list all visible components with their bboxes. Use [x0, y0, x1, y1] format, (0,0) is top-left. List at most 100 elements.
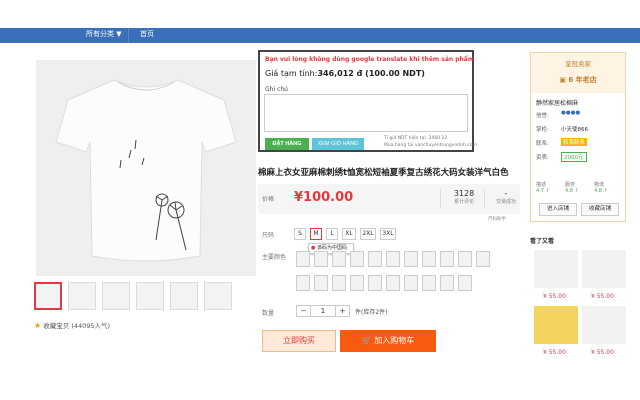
review-count: 3128 — [453, 189, 475, 198]
recommended-item-image[interactable] — [582, 306, 626, 344]
estimated-price: Giá tạm tính:346,012 đ (100.00 NDT) — [265, 69, 425, 78]
site-link[interactable]: Mua hàng tại vanchuyentrungvietnh.com — [384, 143, 477, 148]
add-to-cart-label: 加入购物车 — [374, 336, 415, 345]
note-textarea[interactable] — [264, 94, 468, 132]
color-swatch[interactable] — [368, 251, 382, 267]
recommended-item-image[interactable] — [582, 250, 626, 288]
size-option-xl[interactable]: XL — [342, 228, 356, 240]
size-option-2xl[interactable]: 2XL — [360, 228, 376, 240]
shop-years-text: 6 年老店 — [568, 76, 597, 84]
size-option-m[interactable]: M — [310, 228, 322, 240]
price-box: 价格 ¥100.00 3128 累计评论 - 交易成功 — [258, 184, 520, 214]
nav-home-link[interactable]: 首页 — [140, 29, 154, 39]
favorite-item[interactable]: ★ 收藏宝贝 (44095人气) — [34, 320, 110, 330]
estimate-label: Giá tạm tính: — [265, 69, 318, 78]
translate-warning: Bạn vui lòng không dùng google translate… — [265, 56, 475, 63]
score-description: 描述 4.7 ↑ — [536, 182, 550, 194]
thumbnail-1[interactable] — [34, 282, 62, 310]
size-option-3xl[interactable]: 3XL — [380, 228, 396, 240]
order-popup: Bạn vui lòng không dùng google translate… — [258, 50, 477, 152]
thumbnail-6[interactable] — [204, 282, 232, 310]
nav-divider — [128, 28, 129, 43]
product-main-image — [36, 60, 256, 276]
estimate-value: 346,012 đ (100.00 NDT) — [317, 69, 425, 78]
recommended-item-image[interactable] — [534, 306, 578, 344]
enter-shop-button[interactable]: 进入店铺 — [539, 203, 577, 216]
cart-icon: 🛒 — [361, 336, 372, 345]
color-swatch[interactable] — [350, 275, 364, 291]
color-swatch[interactable] — [458, 275, 472, 291]
seller-level: 皇冠卖家 — [565, 60, 591, 68]
review-label: 累计评论 — [453, 199, 474, 205]
view-cart-button[interactable]: XEM GIỎ HÀNG — [312, 138, 364, 150]
color-swatch[interactable] — [368, 275, 382, 291]
quantity-decrease-button[interactable]: − — [297, 306, 311, 316]
color-swatch[interactable] — [386, 275, 400, 291]
credit-badge-icon: ●●●● — [561, 110, 581, 116]
nav-all-categories[interactable]: 所有分类 ▼ — [86, 29, 122, 39]
favorite-shop-button[interactable]: 收藏店铺 — [581, 203, 619, 216]
shop-name[interactable]: 静然家居松棉麻 — [536, 98, 578, 107]
place-order-button[interactable]: ĐẶT HÀNG — [265, 138, 309, 150]
shop-years: ▣ 6 年老店 — [531, 75, 625, 85]
add-to-cart-button[interactable]: 🛒 加入购物车 — [340, 330, 436, 352]
stat-divider — [484, 189, 485, 209]
color-swatch[interactable] — [296, 275, 310, 291]
also-viewed-title: 看了又看 — [530, 238, 555, 245]
contact-label: 联系: — [536, 141, 549, 147]
color-swatch[interactable] — [350, 251, 364, 267]
color-swatch[interactable] — [296, 251, 310, 267]
deal-stat: - 交易成功 — [486, 189, 526, 205]
price-divider — [440, 189, 441, 209]
score-logistics: 物流 4.8 ↑ — [594, 182, 608, 194]
price-value: ¥100.00 — [294, 190, 354, 205]
recommended-item-price: ¥ 55.00 — [591, 293, 614, 300]
stock-info: 件(库存2件) — [355, 309, 388, 316]
size-option-s[interactable]: S — [294, 228, 306, 240]
note-label: Ghi chú — [265, 86, 288, 93]
color-swatch[interactable] — [314, 275, 328, 291]
recommended-item-price: ¥ 55.00 — [591, 349, 614, 356]
deal-count: - — [504, 189, 508, 198]
credit-badges: ●●●● — [561, 110, 580, 116]
thumbnail-2[interactable] — [68, 282, 96, 310]
size-helper-link[interactable]: 尺码助手 — [488, 216, 506, 222]
score-service: 服务 4.8 ↑ — [565, 182, 579, 194]
size-label: 尺码 — [262, 232, 275, 239]
recommended-item-image[interactable] — [534, 250, 578, 288]
product-title: 棉麻上衣女亚麻棉刺绣t恤宽松短袖夏季复古绣花大码女装洋气白色 — [258, 168, 509, 178]
shop-header: 皇冠卖家 ▣ 6 年老店 — [531, 53, 625, 93]
deal-label: 交易成功 — [495, 199, 516, 205]
quantity-input[interactable]: 1 — [311, 306, 335, 316]
recommended-item-price: ¥ 55.00 — [543, 293, 566, 300]
color-swatch[interactable] — [314, 251, 328, 267]
color-swatch[interactable] — [476, 251, 490, 267]
thumbnail-3[interactable] — [102, 282, 130, 310]
quality-label: 资质: — [536, 155, 549, 161]
review-stat[interactable]: 3128 累计评论 — [444, 189, 484, 205]
size-option-l[interactable]: L — [326, 228, 338, 240]
color-swatch[interactable] — [440, 275, 454, 291]
quantity-label: 数量 — [262, 310, 275, 317]
shop-years-icon: ▣ — [559, 76, 566, 84]
color-swatch[interactable] — [332, 251, 346, 267]
star-icon: ★ — [34, 321, 42, 330]
buy-now-button[interactable]: 立即购买 — [262, 330, 336, 352]
color-swatch[interactable] — [458, 251, 472, 267]
quantity-increase-button[interactable]: + — [335, 306, 349, 316]
color-swatch[interactable] — [404, 251, 418, 267]
seller-name[interactable]: 小天使866 — [561, 125, 588, 133]
quantity-stepper: − 1 + — [296, 305, 350, 317]
exchange-rate: Tỉ giá NDT hiện tại: 3460.12 — [384, 136, 448, 141]
color-swatch[interactable] — [440, 251, 454, 267]
contact-button[interactable]: 和我联系 — [561, 138, 588, 146]
thumbnail-5[interactable] — [170, 282, 198, 310]
color-swatch[interactable] — [332, 275, 346, 291]
color-swatch[interactable] — [422, 275, 436, 291]
color-swatch[interactable] — [404, 275, 418, 291]
color-swatch[interactable] — [386, 251, 400, 267]
seller-label: 掌柜: — [536, 127, 549, 133]
thumbnail-4[interactable] — [136, 282, 164, 310]
recommended-item-price: ¥ 55.00 — [543, 349, 566, 356]
color-swatch[interactable] — [422, 251, 436, 267]
